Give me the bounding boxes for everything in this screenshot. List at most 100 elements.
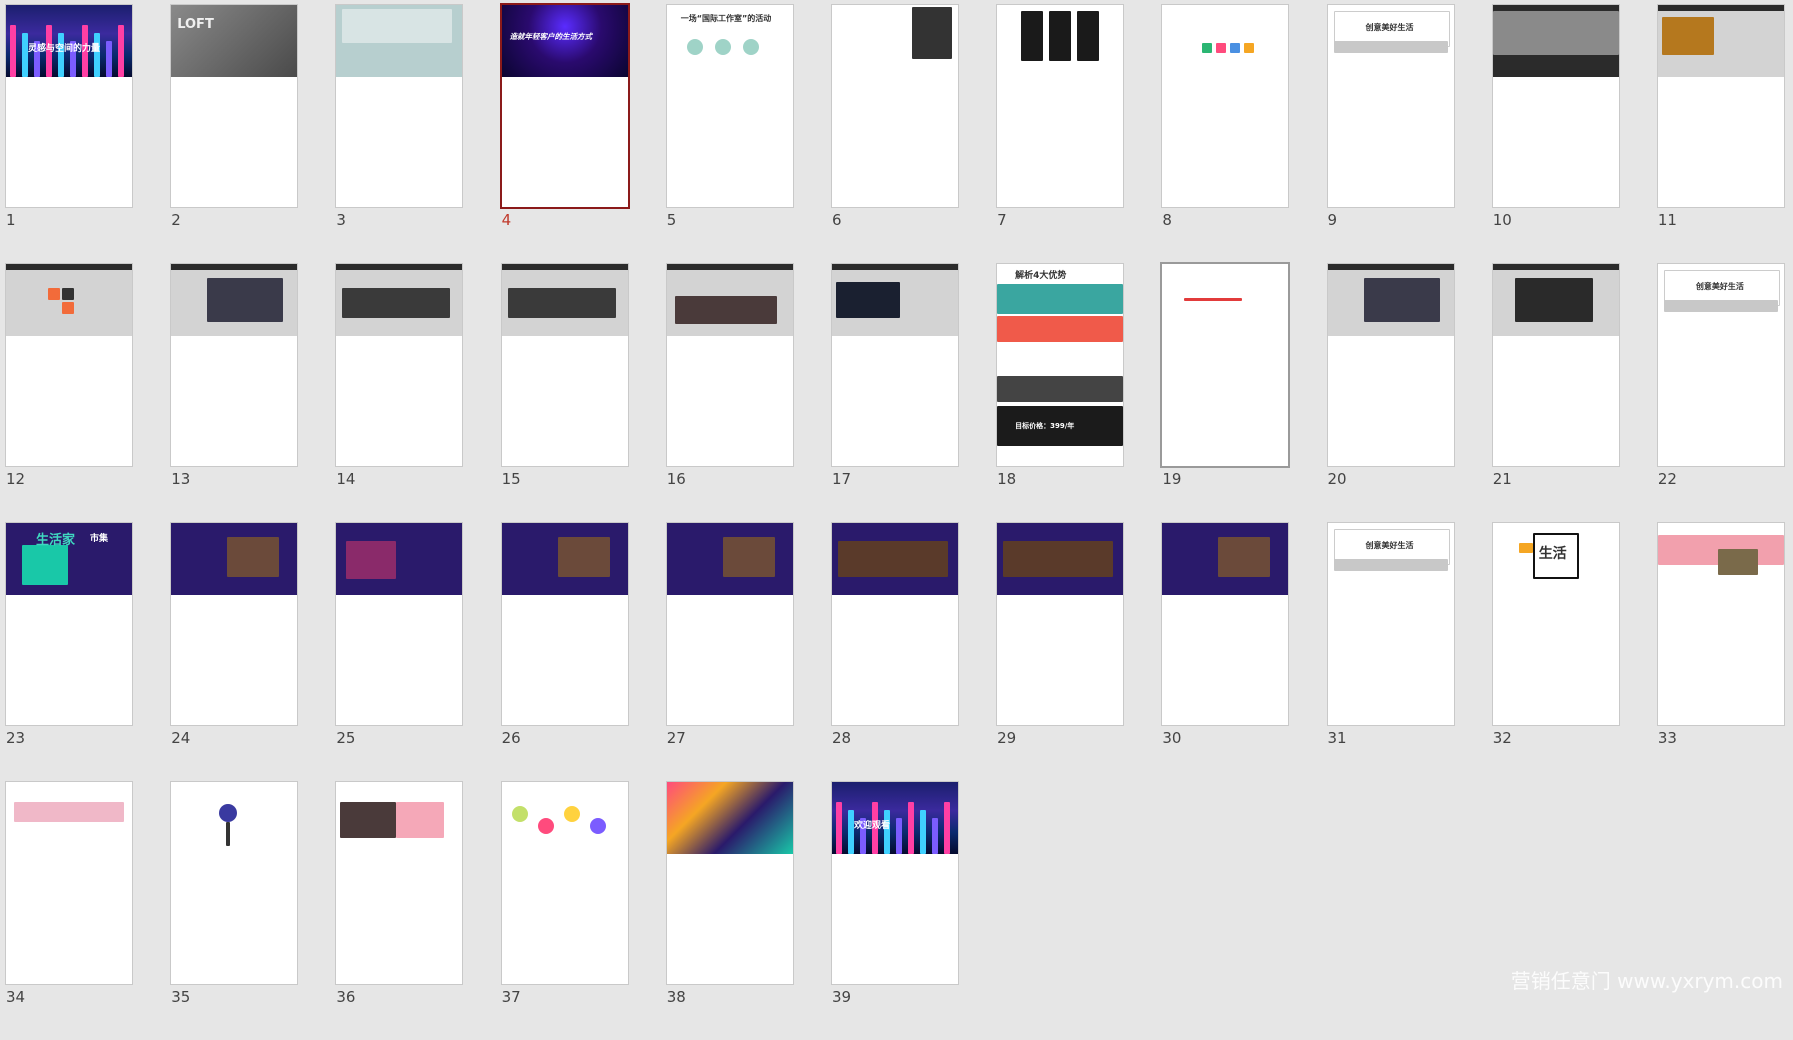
slide-thumbnail-23[interactable]: 生活家 市集 (5, 522, 133, 726)
slide-number: 34 (6, 988, 26, 1006)
slide-thumbnail-10[interactable] (1491, 4, 1620, 208)
slide-preview: 欢迎观看 (831, 782, 958, 854)
slide-thumbnail-cell: 20 (1326, 263, 1455, 522)
slide-preview: 一场“国际工作室”的活动 (667, 5, 793, 77)
slide-thumbnail-17[interactable] (830, 263, 959, 467)
slide-thumbnail-16[interactable] (665, 263, 794, 467)
photo-placeholder (62, 302, 74, 314)
slide-thumbnail-34[interactable] (5, 781, 133, 985)
slide-thumbnail-39[interactable]: 欢迎观看 (830, 781, 959, 985)
slide-title: 欢迎观看 (853, 821, 890, 831)
photo-placeholder (342, 288, 451, 318)
slide-preview (502, 782, 628, 854)
photo-placeholder (1049, 11, 1072, 61)
photo-placeholder (1661, 17, 1714, 55)
slide-title: 一场“国际工作室”的活动 (680, 14, 772, 23)
slide-thumbnail-24[interactable] (170, 522, 299, 726)
slide-preview (997, 5, 1123, 77)
slide-number: 10 (1492, 211, 1512, 229)
slide-thumbnail-19[interactable] (1160, 262, 1291, 468)
slide-number: 5 (666, 211, 677, 229)
photo-placeholder (346, 541, 397, 579)
photo-placeholder (835, 802, 842, 854)
slide-thumbnail-cell: 10 (1491, 4, 1620, 263)
slide-thumbnail-7[interactable] (996, 4, 1125, 208)
slide-thumbnail-27[interactable] (665, 522, 794, 726)
slide-preview (831, 264, 958, 336)
slide-thumbnail-5[interactable]: 一场“国际工作室”的活动 (665, 4, 794, 208)
slide-thumbnail-36[interactable] (335, 781, 464, 985)
slide-thumbnail-31[interactable]: 创意美好生活 (1326, 522, 1455, 726)
slide-thumbnail-9[interactable]: 创意美好生活 (1326, 4, 1455, 208)
slide-thumbnail-cell: 生活家 市集 23 (5, 522, 133, 781)
slide-preview (1162, 523, 1289, 595)
slide-thumbnail-12[interactable] (5, 263, 133, 467)
photo-placeholder (1230, 43, 1241, 53)
slide-thumbnail-cell: 16 (665, 263, 794, 522)
slide-header-bar (336, 264, 463, 270)
photo-placeholder (207, 278, 284, 322)
slide-thumbnail-26[interactable] (500, 522, 629, 726)
slide-thumbnail-4[interactable]: 造就年轻客户的生活方式 (499, 3, 630, 209)
slide-subtitle: 市集 (90, 534, 109, 544)
slide-thumbnail-21[interactable] (1491, 263, 1620, 467)
slide-number: 25 (336, 729, 356, 747)
slide-thumbnail-3[interactable] (335, 4, 464, 208)
slide-thumbnail-11[interactable] (1656, 4, 1785, 208)
slide-number: 12 (6, 470, 26, 488)
slide-thumbnail-cell: 38 (665, 781, 794, 1040)
slide-thumbnail-1[interactable]: 灵感与空间的力量 (5, 4, 133, 208)
slide-number: 30 (1162, 729, 1182, 747)
slide-thumbnail-18[interactable]: 解析4大优势 目标价格：399/年 (996, 263, 1125, 467)
photo-placeholder (997, 284, 1124, 314)
circle-icon (742, 39, 759, 55)
slide-preview: 创意美好生活 (1328, 5, 1454, 77)
photo-placeholder (1184, 298, 1243, 301)
photo-placeholder (1518, 543, 1533, 553)
slide-thumbnail-32[interactable]: 生活 (1491, 522, 1620, 726)
slide-header-bar (1657, 5, 1784, 11)
photo-placeholder (396, 802, 445, 838)
slide-thumbnail-cell: 33 (1656, 522, 1785, 781)
slide-thumbnail-29[interactable] (996, 522, 1125, 726)
photo-placeholder (835, 282, 900, 318)
slide-thumbnail-30[interactable] (1161, 522, 1290, 726)
slide-preview (1162, 264, 1288, 336)
flower-icon (537, 818, 554, 834)
slide-thumbnail-cell: 8 (1161, 4, 1290, 263)
slide-thumbnail-22[interactable]: 创意美好生活 (1656, 263, 1785, 467)
slide-thumbnail-8[interactable] (1161, 4, 1290, 208)
slide-thumbnail-15[interactable] (500, 263, 629, 467)
band-gray (1333, 559, 1448, 571)
slide-number: 31 (1327, 729, 1347, 747)
photo-placeholder (997, 316, 1124, 342)
slide-thumbnail-13[interactable] (170, 263, 299, 467)
slide-thumbnail-6[interactable] (830, 4, 959, 208)
slide-header-bar (501, 264, 628, 270)
slide-number: 3 (336, 211, 346, 229)
flower-icon (511, 806, 528, 822)
slide-title: 造就年轻客户的生活方式 (509, 32, 593, 41)
photo-placeholder (48, 288, 60, 300)
slide-thumbnail-35[interactable] (170, 781, 299, 985)
slide-preview: 生活家 市集 (6, 523, 132, 595)
slide-thumbnail-cell: 15 (500, 263, 629, 522)
slide-header-bar (1492, 264, 1619, 270)
slide-thumbnail-cell: 35 (170, 781, 299, 1040)
slide-number: 26 (501, 729, 521, 747)
slide-thumbnail-cell: 11 (1656, 4, 1785, 263)
slide-preview (831, 523, 958, 595)
slide-thumbnail-25[interactable] (335, 522, 464, 726)
slide-thumbnail-2[interactable]: LOFT (170, 4, 299, 208)
slide-thumbnail-20[interactable] (1326, 263, 1455, 467)
slide-number: 4 (501, 211, 512, 229)
slide-thumbnail-14[interactable] (335, 263, 464, 467)
slide-thumbnail-38[interactable] (665, 781, 794, 985)
photo-placeholder (226, 822, 231, 846)
photo-placeholder (1021, 11, 1044, 61)
photo-placeholder (931, 818, 938, 854)
slide-thumbnail-37[interactable] (500, 781, 629, 985)
slide-thumbnail-33[interactable] (1656, 522, 1785, 726)
slide-preview: 灵感与空间的力量 (6, 5, 132, 77)
slide-thumbnail-28[interactable] (830, 522, 959, 726)
